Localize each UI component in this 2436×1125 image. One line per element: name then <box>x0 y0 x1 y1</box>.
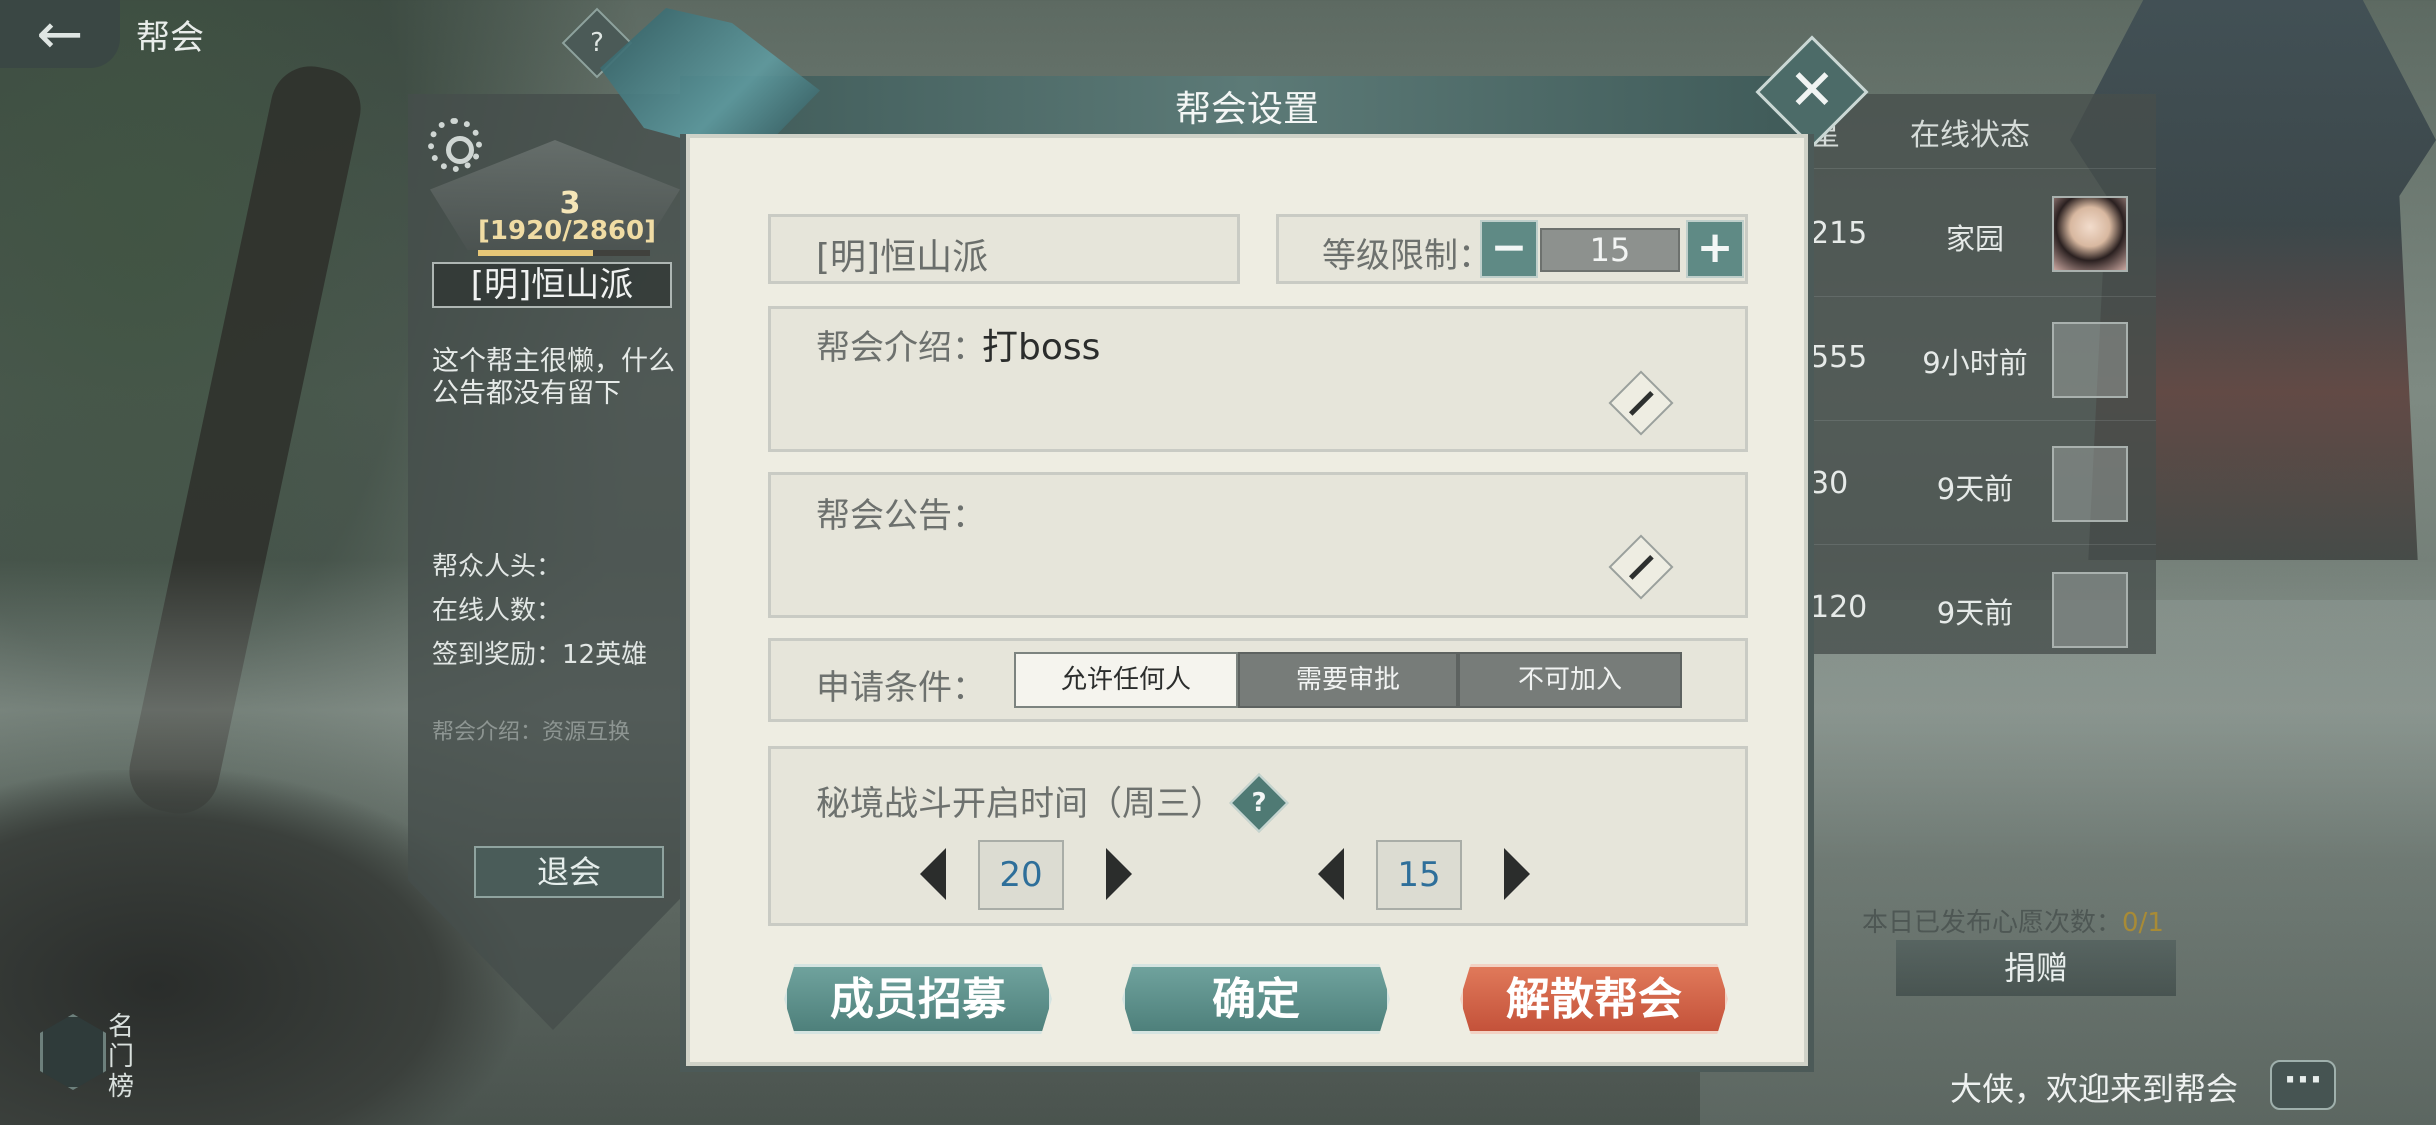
close-icon: ✕ <box>1788 58 1836 123</box>
guild-exp-bar <box>478 250 650 256</box>
quit-guild-button[interactable]: 退会 <box>474 846 664 898</box>
recruit-members-button[interactable]: 成员招募 <box>784 964 1052 1034</box>
hour-next-arrow-icon[interactable] <box>1106 848 1132 900</box>
battle-hour-value: 20 <box>978 840 1064 910</box>
apply-option-approval[interactable]: 需要审批 <box>1238 652 1458 708</box>
guild-notice-label: 帮会公告： <box>816 496 986 536</box>
member-avatar[interactable] <box>2052 196 2128 272</box>
member-value: 215 <box>1810 216 1868 251</box>
member-value: 120 <box>1810 590 1868 625</box>
wish-count-text: 本日已发布心愿次数：0/1 <box>1862 902 2164 939</box>
guild-intro-label: 帮会介绍： <box>816 328 986 368</box>
guild-name: [明]恒山派 <box>432 262 672 308</box>
confirm-button[interactable]: 确定 <box>1122 964 1390 1034</box>
hour-prev-arrow-icon[interactable] <box>920 848 946 900</box>
page-title: 帮会 <box>136 18 204 58</box>
level-minus-button[interactable]: − <box>1480 220 1538 278</box>
battle-minute-value: 15 <box>1376 840 1462 910</box>
level-plus-button[interactable]: + <box>1686 220 1744 278</box>
back-arrow-icon: ← <box>36 1 84 67</box>
level-limit-value[interactable]: 15 <box>1540 228 1680 272</box>
member-status: 家园 <box>1945 222 2004 256</box>
minute-prev-arrow-icon[interactable] <box>1318 848 1344 900</box>
ranking-label[interactable]: 名 门 榜 <box>108 1012 138 1102</box>
wish-count: 0/1 <box>2122 908 2164 938</box>
member-avatar[interactable] <box>2052 446 2128 522</box>
guild-description: 这个帮主很懒，什么 公告都没有留下 <box>432 346 675 409</box>
modal-title: 帮会设置 <box>1174 89 1319 130</box>
chat-icon[interactable] <box>2270 1060 2336 1110</box>
back-button[interactable]: ← <box>0 0 120 68</box>
donate-button[interactable]: 捐赠 <box>1896 940 2176 996</box>
member-status: 9小时前 <box>1922 346 2028 380</box>
member-status: 9天前 <box>1936 596 2014 630</box>
members-count-label: 帮众人头： <box>432 552 563 582</box>
member-avatar[interactable] <box>2052 322 2128 398</box>
member-status: 9天前 <box>1936 472 2014 506</box>
minute-next-arrow-icon[interactable] <box>1504 848 1530 900</box>
welcome-message: 大侠，欢迎来到帮会 <box>1950 1070 2239 1108</box>
member-header-status: 在线状态 <box>1910 118 2030 153</box>
guild-intro-faint: 帮会介绍：资源互换 <box>432 720 631 745</box>
battle-time-label: 秘境战斗开启时间（周三） <box>816 784 1224 824</box>
member-value: 30 <box>1810 466 1849 501</box>
sign-reward-label: 签到奖励：12英雄 <box>432 640 648 670</box>
online-count-label: 在线人数： <box>432 596 563 626</box>
disband-guild-button[interactable]: 解散帮会 <box>1460 964 1728 1034</box>
member-value: 555 <box>1810 340 1868 375</box>
guild-exp: [1920/2860] <box>478 216 656 246</box>
wish-label: 本日已发布心愿次数： <box>1862 908 2123 938</box>
guild-exp-bar-fill <box>478 250 594 256</box>
level-limit-label: 等级限制： <box>1322 236 1492 276</box>
question-icon: ? <box>1251 788 1267 818</box>
guild-name-value: [明]恒山派 <box>816 237 989 278</box>
apply-option-anyone[interactable]: 允许任何人 <box>1014 652 1238 708</box>
apply-condition-label: 申请条件： <box>816 668 986 708</box>
gear-icon[interactable] <box>428 118 482 172</box>
apply-option-closed[interactable]: 不可加入 <box>1458 652 1682 708</box>
member-avatar[interactable] <box>2052 572 2128 648</box>
guild-intro-value: 打boss <box>982 327 1101 368</box>
